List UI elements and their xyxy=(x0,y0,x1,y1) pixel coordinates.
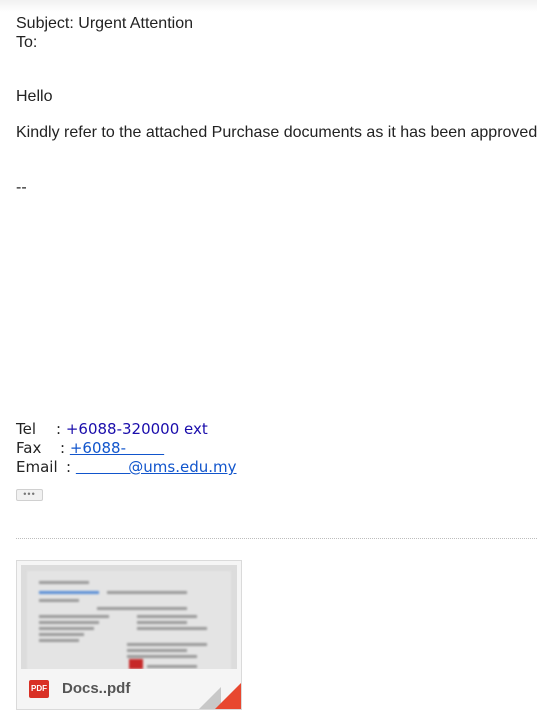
attachment-footer: PDF Docs..pdf xyxy=(17,669,241,709)
fax-separator: : xyxy=(60,439,66,457)
email-greeting: Hello xyxy=(16,88,53,105)
fax-label: Fax xyxy=(16,439,42,457)
fax-phone-link[interactable]: +6088- xyxy=(70,439,164,457)
email-subject: Subject: Urgent Attention xyxy=(16,15,193,32)
attachments-divider xyxy=(16,538,537,539)
tel-separator: : xyxy=(56,420,62,438)
attachment-file-name[interactable]: Docs..pdf xyxy=(62,680,130,697)
pdf-icon: PDF xyxy=(29,680,49,698)
email-body-text: Kindly refer to the attached Purchase do… xyxy=(16,124,537,141)
preview-document-image xyxy=(27,571,231,669)
show-trimmed-content-button[interactable]: ••• xyxy=(16,489,43,501)
signature-separator: -- xyxy=(16,179,27,196)
signature-email-row: Email: @ums.edu.my xyxy=(16,458,237,476)
email-to: To: xyxy=(16,34,38,51)
attachment-card[interactable]: PDF Docs..pdf xyxy=(16,560,242,710)
tel-label: Tel xyxy=(16,420,37,438)
window-top-edge xyxy=(0,0,537,12)
email-label: Email xyxy=(16,458,58,476)
attachment-preview[interactable] xyxy=(21,565,237,669)
pdf-corner-icon xyxy=(215,683,241,709)
email-address-link[interactable]: @ums.edu.my xyxy=(76,458,236,476)
email-separator: : xyxy=(66,458,72,476)
signature-fax-row: Fax: +6088- xyxy=(16,439,164,457)
signature-tel-row: Tel: +6088-320000 ext xyxy=(16,420,208,438)
tel-phone-link[interactable]: +6088-320000 ext xyxy=(66,420,208,438)
